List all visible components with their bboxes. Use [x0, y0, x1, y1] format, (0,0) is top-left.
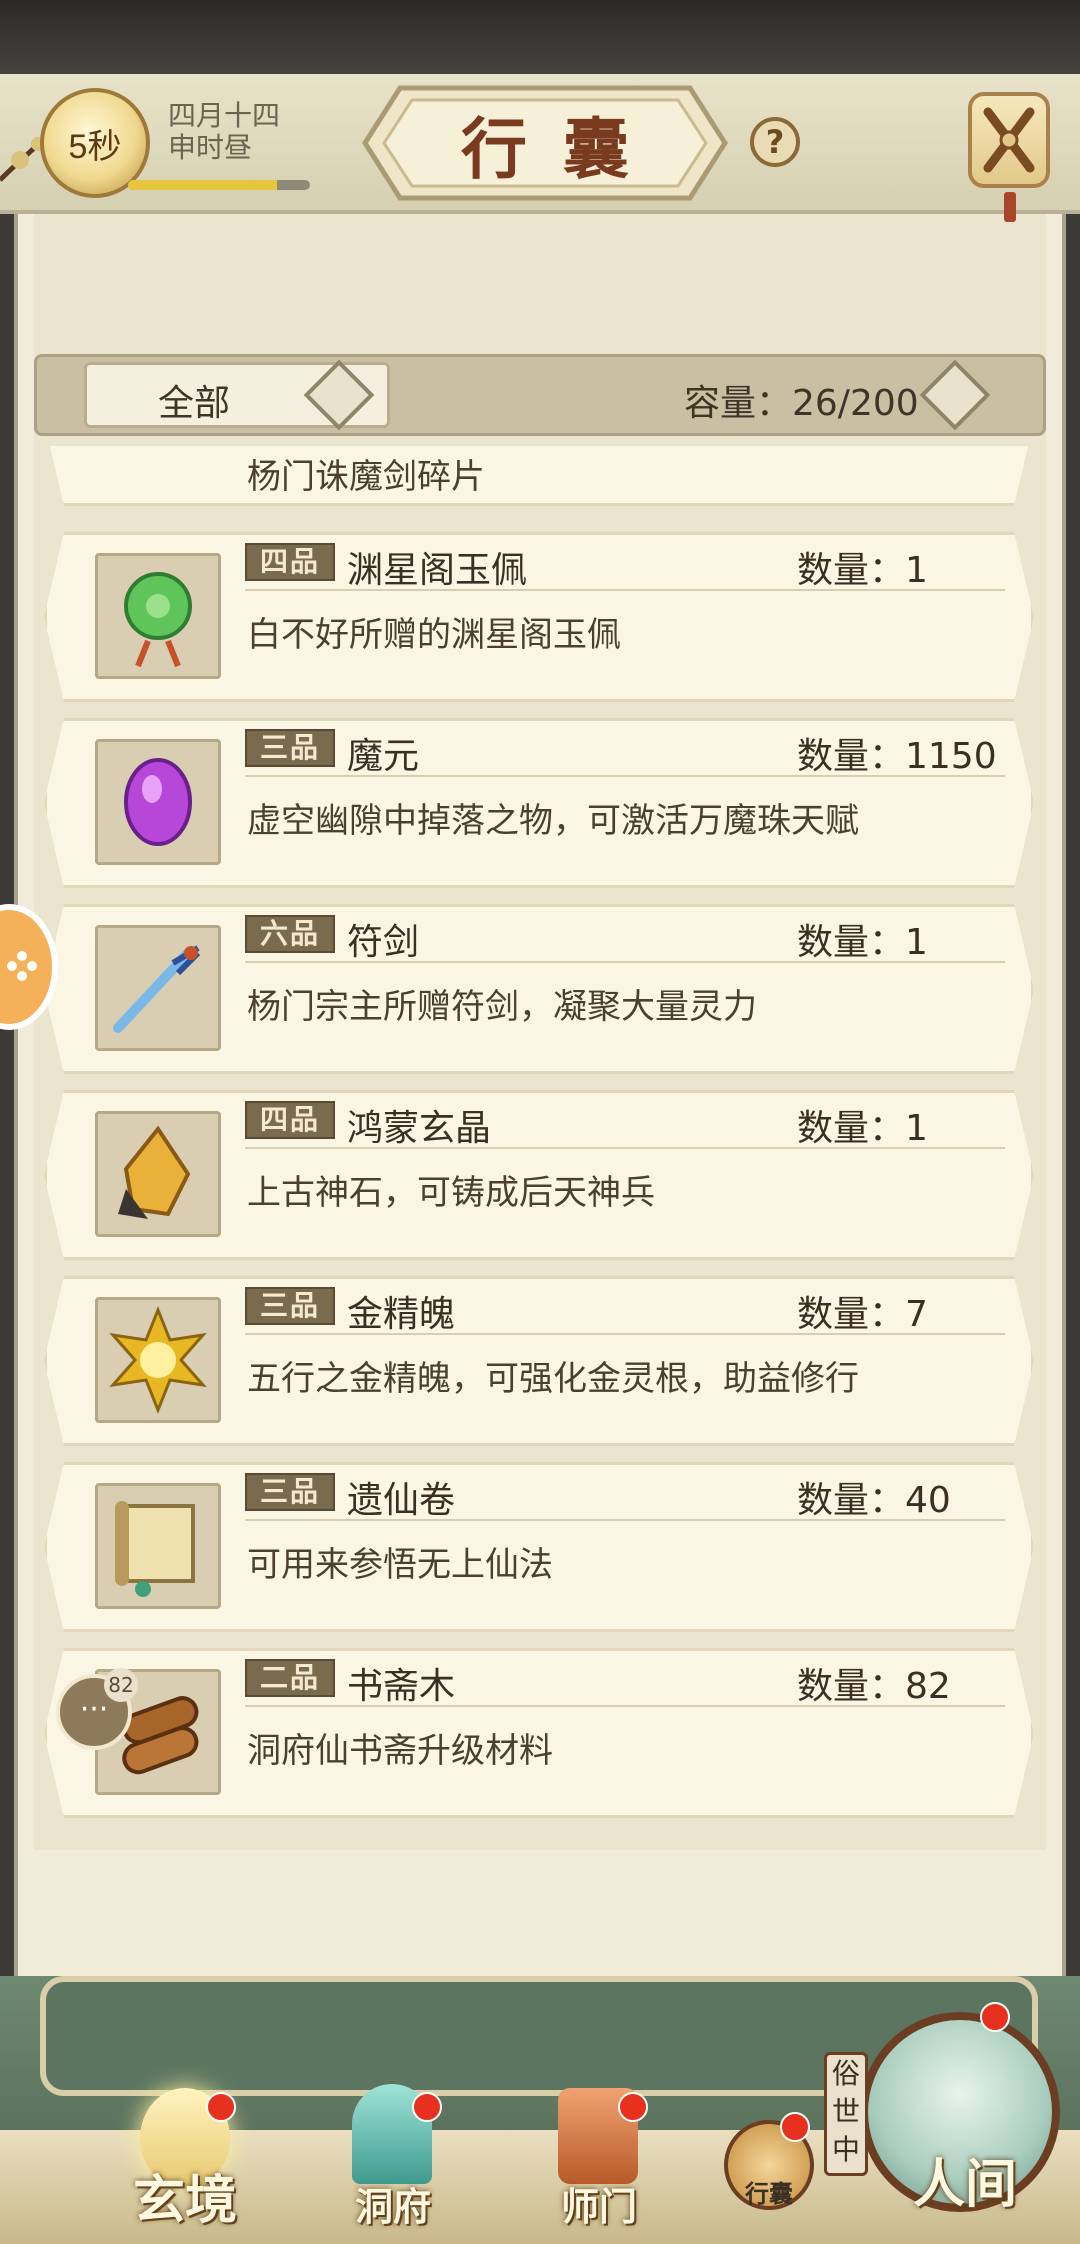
- talisman-sword-icon: [95, 925, 221, 1051]
- time-progress-bar: [128, 180, 310, 190]
- item-description: 杨门宗主所赠符剑，凝聚大量灵力: [247, 987, 757, 1027]
- item-quantity: 数量：1: [797, 1108, 928, 1149]
- item-description: 上古神石，可铸成后天神兵: [247, 1173, 655, 1213]
- close-tassel: [1004, 192, 1016, 222]
- grade-badge: 三品: [245, 729, 335, 767]
- item-description: 五行之金精魄，可强化金灵根，助益修行: [247, 1359, 859, 1399]
- close-button[interactable]: [968, 92, 1050, 188]
- grade-badge: 四品: [245, 1101, 335, 1139]
- item-description: 虚空幽隙中掉落之物，可激活万魔珠天赋: [247, 801, 859, 841]
- item-quantity: 数量：1150: [797, 736, 997, 777]
- item-name: 金精魄: [347, 1294, 456, 1335]
- item-divider: [245, 961, 1005, 963]
- chat-unread-count: 82: [104, 1668, 138, 1702]
- item-divider: [245, 1147, 1005, 1149]
- item-name: 符剑: [347, 922, 420, 963]
- item-divider: [245, 775, 1005, 777]
- item-name: 遗仙卷: [347, 1480, 456, 1521]
- notification-dot: [206, 2092, 236, 2122]
- item-description: 杨门诛魔剑碎片: [247, 457, 485, 497]
- capacity-text: 容量：26/200: [684, 383, 919, 424]
- list-item[interactable]: 杨门诛魔剑碎片: [44, 446, 1034, 506]
- nav-dongfu[interactable]: 洞府: [318, 2080, 468, 2230]
- nav-label: 洞府: [354, 2184, 431, 2229]
- crystal-icon: [95, 1111, 221, 1237]
- item-name: 魔元: [347, 736, 420, 777]
- nav-label-renjian: 人间: [912, 2154, 1017, 2215]
- notification-dot: [780, 2112, 810, 2142]
- item-quantity: 数量：7: [797, 1294, 928, 1335]
- grade-badge: 二品: [245, 1659, 335, 1697]
- grade-badge: 六品: [245, 915, 335, 953]
- date-line-1: 四月十四: [168, 99, 281, 132]
- nav-xuanjing[interactable]: 玄境: [110, 2080, 260, 2231]
- list-item[interactable]: 三品 遗仙卷 数量：40 可用来参悟无上仙法: [44, 1462, 1034, 1632]
- list-item[interactable]: 四品 鸿蒙玄晶 数量：1 上古神石，可铸成后天神兵: [44, 1090, 1034, 1260]
- item-name: 鸿蒙玄晶: [347, 1108, 492, 1149]
- grade-badge: 三品: [245, 1287, 335, 1325]
- jade-pendant-icon: [95, 553, 221, 679]
- item-divider: [245, 1333, 1005, 1335]
- demon-essence-icon: [95, 739, 221, 865]
- list-item[interactable]: 六品 符剑 数量：1 杨门宗主所赠符剑，凝聚大量灵力: [44, 904, 1034, 1074]
- list-item[interactable]: 二品 书斋木 数量：82 洞府仙书斋升级材料: [44, 1648, 1034, 1818]
- help-button[interactable]: ?: [750, 117, 800, 167]
- list-item[interactable]: 三品 魔元 数量：1150 虚空幽隙中掉落之物，可激活万魔珠天赋: [44, 718, 1034, 888]
- nav-label: 玄境: [132, 2170, 237, 2231]
- close-icon: [983, 107, 1035, 173]
- time-progress-fill: [128, 180, 278, 190]
- list-item[interactable]: 四品 渊星阁玉佩 数量：1 白不好所赠的渊星阁玉佩: [44, 532, 1034, 702]
- gamepad-icon: [7, 951, 37, 981]
- notification-dot: [412, 2092, 442, 2122]
- notification-dot: [980, 2002, 1010, 2032]
- scroll-icon: [95, 1483, 221, 1609]
- item-divider: [245, 1519, 1005, 1521]
- item-divider: [245, 1705, 1005, 1707]
- item-quantity: 数量：1: [797, 550, 928, 591]
- grade-badge: 三品: [245, 1473, 335, 1511]
- gold-essence-icon: [95, 1297, 221, 1423]
- item-name: 书斋木: [347, 1666, 456, 1707]
- item-divider: [245, 589, 1005, 591]
- item-quantity: 数量：40: [797, 1480, 951, 1521]
- item-quantity: 数量：82: [797, 1666, 951, 1707]
- page-title: 行囊: [461, 110, 665, 188]
- notification-dot: [618, 2092, 648, 2122]
- item-description: 可用来参悟无上仙法: [247, 1545, 553, 1585]
- item-description: 洞府仙书斋升级材料: [247, 1731, 553, 1771]
- grade-badge: 四品: [245, 543, 335, 581]
- nav-label: 行囊: [745, 2179, 793, 2208]
- category-selected-label: 全部: [158, 383, 231, 424]
- date-line-2: 申时昼: [168, 131, 253, 164]
- nav-label: 师门: [560, 2184, 637, 2229]
- item-description: 白不好所赠的渊星阁玉佩: [247, 615, 621, 655]
- list-item[interactable]: 三品 金精魄 数量：7 五行之金精魄，可强化金灵根，助益修行: [44, 1276, 1034, 1446]
- nav-shimen[interactable]: 师门: [524, 2080, 674, 2230]
- game-assistant-button[interactable]: [0, 904, 58, 1030]
- game-date: 四月十四 申时昼: [168, 100, 280, 164]
- item-quantity: 数量：1: [797, 922, 928, 963]
- item-list[interactable]: 杨门诛魔剑碎片 四品 渊星阁玉佩 数量：1 白不好所赠的渊星阁玉佩 三品 魔元 …: [34, 446, 1046, 1840]
- item-name: 渊星阁玉佩: [347, 550, 528, 591]
- world-sign: 俗世中: [824, 2052, 868, 2176]
